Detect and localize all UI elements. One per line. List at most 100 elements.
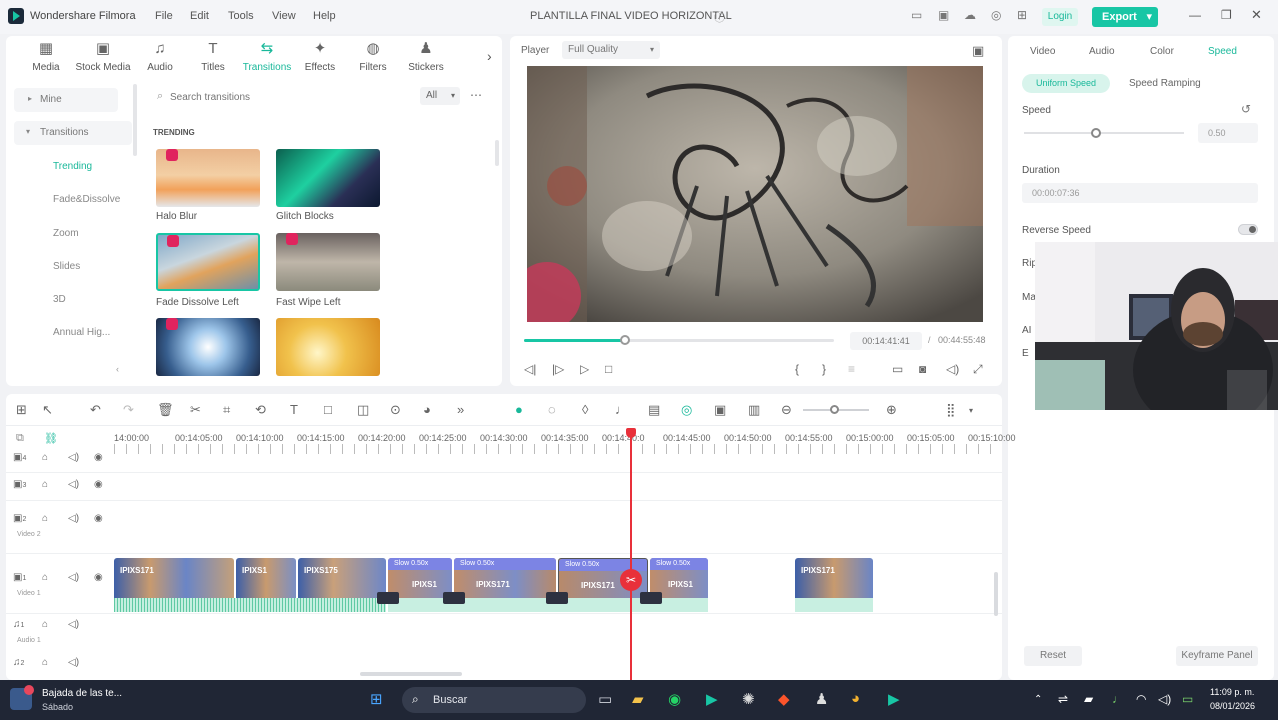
- login-button[interactable]: Login: [1042, 8, 1078, 26]
- mask-icon[interactable]: ◫: [357, 402, 369, 418]
- text-icon[interactable]: T: [290, 402, 298, 417]
- more-icon[interactable]: ⋯: [470, 88, 482, 102]
- file-explorer-icon[interactable]: ▰: [632, 690, 644, 708]
- chevron-down-icon[interactable]: ▾: [969, 406, 973, 415]
- transition-fade-dissolve-left[interactable]: [156, 233, 260, 291]
- transition-thumbnail[interactable]: [276, 318, 380, 376]
- link-icon[interactable]: ⛓: [44, 432, 58, 445]
- brave-icon[interactable]: ◆: [778, 690, 790, 708]
- cloud-icon[interactable]: ☁: [964, 8, 976, 22]
- quality-select[interactable]: Full Quality ▾: [562, 41, 660, 59]
- folder-icon[interactable]: ⌂: [42, 513, 48, 524]
- menu-edit[interactable]: Edit: [190, 10, 209, 22]
- tab-audio[interactable]: Audio: [1089, 46, 1115, 57]
- sidebar-item-annual[interactable]: Annual Hig...: [53, 327, 110, 338]
- tray-icon[interactable]: ▰: [1084, 692, 1093, 706]
- speed-icon[interactable]: ⟲: [255, 402, 266, 418]
- chevron-up-icon[interactable]: ⌃: [1034, 694, 1042, 705]
- eye-icon[interactable]: ◉: [94, 479, 103, 490]
- transition-glitch-blocks[interactable]: [276, 149, 380, 207]
- tab-color[interactable]: Color: [1150, 46, 1174, 57]
- scissors-icon[interactable]: ✂: [620, 569, 642, 591]
- sidebar-item-slides[interactable]: Slides: [53, 261, 80, 272]
- snapshot-icon[interactable]: ▣: [972, 43, 984, 59]
- select-tool-icon[interactable]: ↖: [42, 402, 53, 418]
- eye-icon[interactable]: ◉: [94, 513, 103, 524]
- filmora-icon[interactable]: ▶: [706, 690, 718, 708]
- current-time[interactable]: 00:14:41:41: [850, 332, 922, 350]
- clock-time[interactable]: 11:09 p. m.: [1210, 687, 1254, 697]
- eye-icon[interactable]: ◉: [94, 572, 103, 583]
- wifi-icon[interactable]: ◠: [1136, 692, 1146, 706]
- tab-speed[interactable]: Speed: [1208, 46, 1237, 57]
- support-icon[interactable]: ◎: [991, 8, 1001, 22]
- notification-app-icon[interactable]: [10, 685, 34, 710]
- reverse-speed-toggle[interactable]: [1238, 224, 1258, 235]
- taskbar-search[interactable]: ⌕ Buscar: [402, 687, 586, 713]
- undo-icon[interactable]: ↶: [90, 402, 101, 418]
- grid-icon[interactable]: ⊞: [1017, 8, 1027, 22]
- folder-icon[interactable]: ⌂: [42, 657, 48, 668]
- transition-marker[interactable]: [546, 592, 568, 604]
- play-backward-icon[interactable]: |▷: [552, 362, 564, 376]
- video-preview[interactable]: [527, 66, 983, 322]
- filter-select[interactable]: All ▾: [420, 87, 460, 105]
- tool-audio[interactable]: ♫ Audio: [132, 40, 188, 73]
- delete-icon[interactable]: 🗑: [157, 402, 174, 418]
- chrome-icon[interactable]: ◕: [851, 690, 860, 707]
- search-input[interactable]: [170, 88, 410, 106]
- clock-date[interactable]: 08/01/2026: [1210, 701, 1255, 711]
- split-icon[interactable]: ✂: [190, 402, 201, 418]
- snap-icon[interactable]: ◎: [681, 402, 692, 418]
- zoom-slider-thumb[interactable]: [830, 405, 839, 414]
- color-icon[interactable]: ◕: [423, 402, 431, 417]
- sidebar-item-3d[interactable]: 3D: [53, 294, 66, 305]
- tool-stock-media[interactable]: ▣ Stock Media: [75, 40, 131, 73]
- duration-field[interactable]: 00:00:07:36: [1022, 183, 1258, 203]
- transition-marker[interactable]: [443, 592, 465, 604]
- play-icon[interactable]: ▷: [580, 362, 589, 376]
- speaker-icon[interactable]: ◁): [68, 619, 79, 630]
- reset-speed-icon[interactable]: ↺: [1241, 102, 1251, 116]
- sidebar-item-mine[interactable]: ▸ Mine: [14, 88, 118, 112]
- timeline-h-scrollbar[interactable]: [360, 672, 462, 676]
- chevron-right-icon[interactable]: ›: [487, 48, 492, 64]
- tool-effects[interactable]: ✦ Effects: [292, 40, 348, 73]
- mark-out-icon[interactable]: }: [822, 362, 826, 376]
- keyframe-panel-button[interactable]: Keyframe Panel: [1176, 646, 1258, 666]
- redo-icon[interactable]: ↷: [123, 402, 134, 418]
- zoom-in-icon[interactable]: ⊕: [886, 402, 897, 418]
- speed-value-field[interactable]: 0.50: [1198, 123, 1258, 143]
- speaker-icon[interactable]: ◁): [68, 513, 79, 524]
- folder-icon[interactable]: ⌂: [42, 452, 48, 463]
- folder-icon[interactable]: ⌂: [42, 479, 48, 490]
- transition-marker[interactable]: [640, 592, 662, 604]
- save-icon[interactable]: ▣: [938, 8, 949, 22]
- microphone-icon[interactable]: ♩: [1112, 692, 1124, 706]
- info-icon[interactable]: ⓘ: [714, 9, 725, 25]
- volume-icon[interactable]: ◁): [1158, 692, 1171, 706]
- marker-icon[interactable]: ◊: [582, 402, 588, 417]
- uniform-speed-tab[interactable]: Uniform Speed: [1022, 74, 1110, 93]
- display-icon[interactable]: ▭: [892, 362, 903, 376]
- transition-thumbnail[interactable]: [156, 318, 260, 376]
- previous-frame-icon[interactable]: ◁|: [524, 362, 536, 376]
- volume-icon[interactable]: ◁): [946, 362, 959, 376]
- zoom-clip-icon[interactable]: ⊙: [390, 402, 401, 418]
- tab-video[interactable]: Video: [1030, 46, 1055, 57]
- pip-icon[interactable]: ▣: [714, 402, 726, 418]
- tray-icon[interactable]: ⇌: [1058, 692, 1068, 706]
- export-button[interactable]: Export ▾: [1092, 7, 1158, 27]
- tool-media[interactable]: ▦ Media: [18, 40, 74, 73]
- chatgpt-icon[interactable]: ✺: [742, 690, 755, 708]
- maximize-icon[interactable]: ❐: [1221, 8, 1232, 22]
- grid-view-icon[interactable]: ⣿: [946, 402, 956, 418]
- zoom-out-icon[interactable]: ⊖: [781, 402, 792, 418]
- player-progress-track[interactable]: [524, 339, 834, 342]
- camera-icon[interactable]: ◙: [919, 362, 926, 376]
- render-icon[interactable]: ●: [515, 402, 523, 417]
- tool-transitions[interactable]: ⇆ Transitions: [239, 40, 295, 73]
- sidebar-item-transitions[interactable]: ▾ Transitions: [14, 121, 132, 145]
- reset-button[interactable]: Reset: [1024, 646, 1082, 666]
- collapse-icon[interactable]: ‹: [116, 364, 119, 374]
